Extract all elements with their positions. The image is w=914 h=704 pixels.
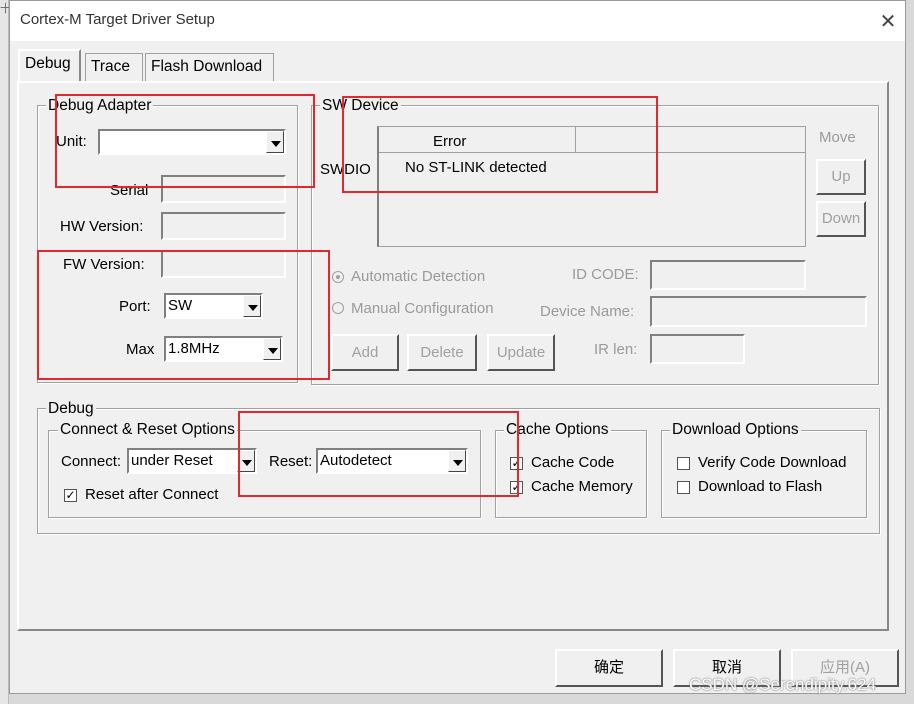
ir-len-label: IR len: [594, 341, 638, 358]
hw-version-label: HW Version: [60, 218, 144, 235]
check-icon: ✓ [65, 488, 76, 502]
background-window-edge: 十 [0, 0, 11, 704]
watermark: CSDN @Serendipity.624 [689, 675, 877, 694]
verify-code-download-checkbox[interactable] [677, 457, 690, 470]
close-icon[interactable]: ✕ [878, 9, 898, 34]
tab-trace-label: Trace [91, 58, 131, 75]
ir-len-field[interactable] [650, 334, 745, 364]
device-name-field[interactable] [650, 296, 867, 327]
tab-trace[interactable]: Trace [85, 53, 143, 81]
highlight-unit [55, 94, 315, 188]
move-up-button[interactable]: Up [816, 159, 866, 195]
debug-group-label: Debug [46, 400, 96, 418]
update-button[interactable]: Update [487, 334, 555, 371]
title-bar: Cortex-M Target Driver Setup ✕ [10, 1, 905, 41]
highlight-sw-device [342, 96, 658, 193]
download-to-flash-label: Download to Flash [698, 478, 823, 495]
tab-flash-download-label: Flash Download [151, 58, 263, 75]
tab-debug[interactable]: Debug [18, 49, 81, 81]
download-to-flash-checkbox[interactable] [677, 481, 690, 494]
id-code-field[interactable] [650, 260, 806, 290]
cache-options-label: Cache Options [504, 421, 611, 439]
connect-reset-label: Connect & Reset Options [58, 421, 237, 439]
download-options-label: Download Options [670, 421, 801, 439]
add-button[interactable]: Add [331, 334, 399, 371]
move-down-button[interactable]: Down [816, 201, 866, 237]
connect-label: Connect: [61, 453, 122, 470]
hw-version-field [161, 212, 286, 240]
id-code-label: ID CODE: [572, 266, 639, 283]
highlight-reset [238, 411, 519, 497]
cache-code-label: Cache Code [531, 454, 615, 471]
ok-button[interactable]: 确定 [555, 649, 663, 687]
highlight-port-max [37, 250, 330, 380]
auto-detection-radio[interactable] [332, 271, 344, 283]
delete-button[interactable]: Delete [407, 334, 477, 371]
move-label: Move [819, 129, 856, 146]
download-options-group [661, 430, 867, 518]
tab-flash-download[interactable]: Flash Download [145, 53, 274, 81]
cache-memory-label: Cache Memory [531, 478, 633, 495]
connect-value: under Reset [131, 452, 213, 469]
window-title: Cortex-M Target Driver Setup [20, 11, 215, 28]
tab-debug-label: Debug [25, 55, 71, 72]
device-name-label: Device Name: [540, 303, 635, 320]
auto-detection-label: Automatic Detection [351, 268, 486, 285]
reset-after-connect-checkbox[interactable]: ✓ [64, 489, 77, 502]
manual-config-radio[interactable] [332, 302, 344, 314]
manual-config-label: Manual Configuration [351, 300, 494, 317]
reset-after-connect-label: Reset after Connect [85, 486, 219, 503]
verify-code-download-label: Verify Code Download [698, 454, 847, 471]
